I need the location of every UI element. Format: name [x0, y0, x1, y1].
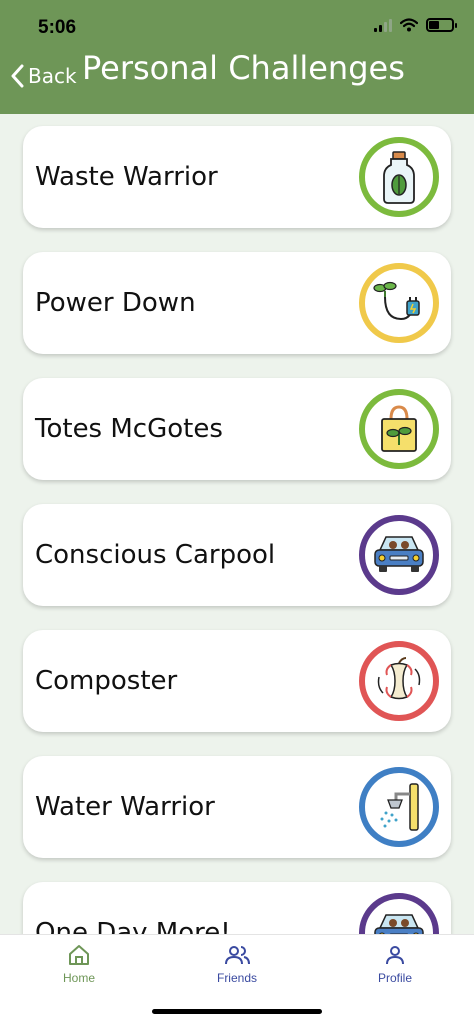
status-icons	[374, 18, 457, 32]
tab-home[interactable]: Home	[24, 943, 134, 985]
challenge-title: Waste Warrior	[35, 162, 218, 192]
tab-profile-label: Profile	[377, 971, 412, 985]
tote-bag-icon	[359, 389, 439, 469]
carpool-icon	[359, 515, 439, 595]
challenge-card-totes-mcgotes[interactable]: Totes McGotes	[23, 378, 451, 480]
challenge-card-water-warrior[interactable]: Water Warrior	[23, 756, 451, 858]
challenge-card-conscious-carpool[interactable]: Conscious Carpool	[23, 504, 451, 606]
challenge-card-waste-warrior[interactable]: Waste Warrior	[23, 126, 451, 228]
tab-friends-label: Friends	[216, 971, 257, 985]
profile-icon	[386, 946, 404, 965]
friends-icon	[225, 946, 250, 965]
bottle-leaf-icon	[359, 137, 439, 217]
challenge-title: Power Down	[35, 288, 196, 318]
tab-home-label: Home	[62, 971, 95, 985]
home-icon	[69, 945, 89, 965]
tab-profile[interactable]: Profile	[340, 943, 450, 985]
challenge-title: Conscious Carpool	[35, 540, 276, 570]
chevron-left-icon	[11, 64, 24, 88]
tab-friends[interactable]: Friends	[182, 943, 292, 985]
challenge-list[interactable]: Waste Warrior Power Down Totes McGotes C…	[0, 114, 474, 934]
wifi-icon	[400, 18, 418, 32]
challenge-card-one-day-more[interactable]: One Day More!	[23, 882, 451, 934]
status-time: 5:06	[38, 17, 77, 38]
challenge-title: Totes McGotes	[35, 414, 223, 444]
nav-header: 5:06 Back Personal Challenges	[0, 0, 474, 114]
page-title: Personal Challenges	[82, 49, 405, 87]
back-button[interactable]: Back	[10, 64, 77, 88]
battery-icon	[426, 18, 457, 32]
home-indicator	[152, 1009, 322, 1014]
apple-core-icon	[359, 641, 439, 721]
challenge-title: Composter	[35, 666, 178, 696]
challenge-title: One Day More!	[35, 918, 231, 934]
challenge-card-composter[interactable]: Composter	[23, 630, 451, 732]
challenge-title: Water Warrior	[35, 792, 215, 822]
challenge-card-power-down[interactable]: Power Down	[23, 252, 451, 354]
cellular-signal-icon	[374, 18, 392, 32]
back-label: Back	[28, 64, 77, 88]
carpool-icon	[359, 893, 439, 934]
plug-sprout-icon	[359, 263, 439, 343]
shower-icon	[359, 767, 439, 847]
